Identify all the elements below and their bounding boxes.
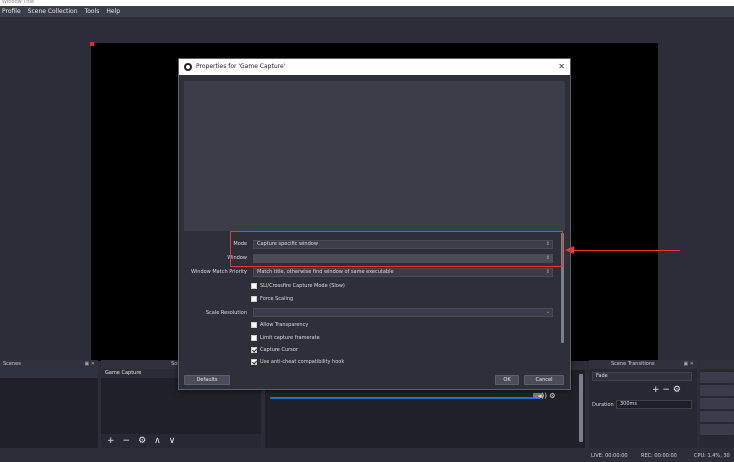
allow-transparency-checkbox[interactable]: Allow Transparency	[251, 322, 308, 329]
checkbox-label: SLI/Crossfire Capture Mode (Slow)	[260, 283, 345, 289]
cancel-button[interactable]: Cancel	[524, 375, 564, 385]
checkbox-box[interactable]	[251, 335, 257, 341]
menu-help[interactable]: Help	[106, 8, 120, 15]
dialog-title: Properties for 'Game Capture'	[196, 63, 286, 70]
checkbox-label: Force Scaling	[260, 296, 294, 302]
gear-icon[interactable]: ⚙	[549, 392, 555, 400]
sli-crossfire-checkbox[interactable]: SLI/Crossfire Capture Mode (Slow)	[251, 283, 345, 290]
checkbox-label: Limit capture framerate	[260, 335, 320, 341]
exit-button[interactable]	[700, 424, 734, 435]
match-priority-select[interactable]: Match title, otherwise find window of sa…	[253, 268, 553, 277]
chevron-down-icon: ⌄	[545, 309, 550, 315]
source-properties-button[interactable]: ⚙	[138, 436, 146, 446]
add-transition-button[interactable]: +	[652, 385, 660, 395]
speaker-icon[interactable]: ◂))	[538, 392, 547, 400]
scenes-dock-title: Scenes	[3, 361, 21, 367]
scenes-dock-header: Scenes ▣ ✕	[0, 360, 98, 369]
transitions-dock-header: Scene Transitions ▣ ✕	[589, 360, 697, 369]
menu-tools[interactable]: Tools	[85, 8, 100, 15]
force-scaling-checkbox[interactable]: Force Scaling	[251, 296, 293, 303]
transition-controls: + − ⚙	[652, 385, 681, 395]
obs-logo-icon	[184, 63, 192, 71]
list-item[interactable]	[0, 369, 98, 378]
studio-mode-button[interactable]	[700, 398, 734, 409]
rec-time: REC: 00:00:00	[641, 453, 677, 459]
checkbox-box[interactable]	[251, 347, 257, 353]
scenes-list[interactable]	[0, 369, 98, 448]
mixer-controls: ◂)) ⚙	[538, 392, 556, 400]
controls-dock-header	[700, 360, 734, 369]
dock-controls-icon[interactable]: ▣ ✕	[84, 360, 95, 369]
live-time: LIVE: 00:00:00	[591, 453, 628, 459]
transitions-dock-title: Scene Transitions	[611, 361, 655, 367]
spinner-icon: ⇕	[545, 269, 550, 275]
match-priority-label: Window Match Priority	[191, 269, 247, 275]
anti-cheat-hook-checkbox[interactable]: Use anti-cheat compatibility hook	[251, 359, 344, 366]
remove-transition-button[interactable]: −	[662, 385, 670, 395]
defaults-button[interactable]: Defaults	[184, 375, 230, 385]
dialog-preview	[184, 81, 565, 231]
duration-value: 300ms	[620, 401, 638, 407]
duration-label: Duration	[592, 402, 614, 408]
checkbox-box[interactable]	[251, 322, 257, 328]
properties-dialog: Properties for 'Game Capture' ✕ Mode Cap…	[178, 58, 571, 390]
checkbox-label: Capture Cursor	[260, 347, 298, 353]
dock-controls-icon[interactable]: ▣ ✕	[683, 360, 694, 369]
scenes-dock: Scenes ▣ ✕	[0, 360, 98, 448]
scale-resolution-select[interactable]: ⌄	[253, 308, 553, 317]
duration-input[interactable]: 300ms	[616, 400, 692, 409]
match-priority-value: Match title, otherwise find window of sa…	[257, 269, 394, 275]
cpu-usage: CPU: 1.4%, 30	[694, 453, 730, 459]
add-source-button[interactable]: +	[107, 436, 115, 446]
ok-button[interactable]: OK	[495, 375, 519, 385]
move-source-down-button[interactable]: ∨	[169, 436, 176, 446]
checkbox-box[interactable]	[251, 283, 257, 289]
menu-scene-collection[interactable]: Scene Collection	[28, 8, 78, 15]
capture-cursor-checkbox[interactable]: Capture Cursor	[251, 347, 298, 354]
annotation-arrow-line	[573, 250, 680, 251]
remove-source-button[interactable]: −	[123, 436, 131, 446]
transition-select[interactable]: Fade	[592, 372, 692, 381]
checkbox-label: Use anti-cheat compatibility hook	[260, 359, 345, 365]
dialog-title-bar[interactable]: Properties for 'Game Capture' ✕	[179, 59, 570, 75]
source-resize-handle[interactable]	[90, 42, 94, 46]
start-recording-button[interactable]	[700, 385, 734, 396]
volume-meter	[270, 397, 540, 399]
menu-bar: Profile Scene Collection Tools Help	[0, 6, 734, 17]
status-bar: LIVE: 00:00:00 REC: 00:00:00 CPU: 1.4%, …	[0, 449, 734, 462]
start-streaming-button[interactable]	[700, 372, 734, 383]
mixer-scrollbar[interactable]	[579, 374, 583, 442]
checkbox-box[interactable]	[251, 359, 257, 365]
scale-resolution-label: Scale Resolution	[205, 310, 247, 316]
sources-toolbar: + − ⚙ ∧ ∨	[101, 434, 261, 448]
limit-framerate-checkbox[interactable]: Limit capture framerate	[251, 335, 320, 342]
transition-properties-button[interactable]: ⚙	[673, 385, 681, 395]
annotation-highlight-box	[230, 231, 563, 267]
close-icon[interactable]: ✕	[558, 59, 565, 75]
transition-select-value: Fade	[596, 373, 608, 379]
checkbox-box[interactable]	[251, 296, 257, 302]
move-source-up-button[interactable]: ∧	[154, 436, 161, 446]
menu-profile[interactable]: Profile	[2, 8, 21, 15]
checkbox-label: Allow Transparency	[260, 322, 309, 328]
settings-button[interactable]	[700, 411, 734, 422]
